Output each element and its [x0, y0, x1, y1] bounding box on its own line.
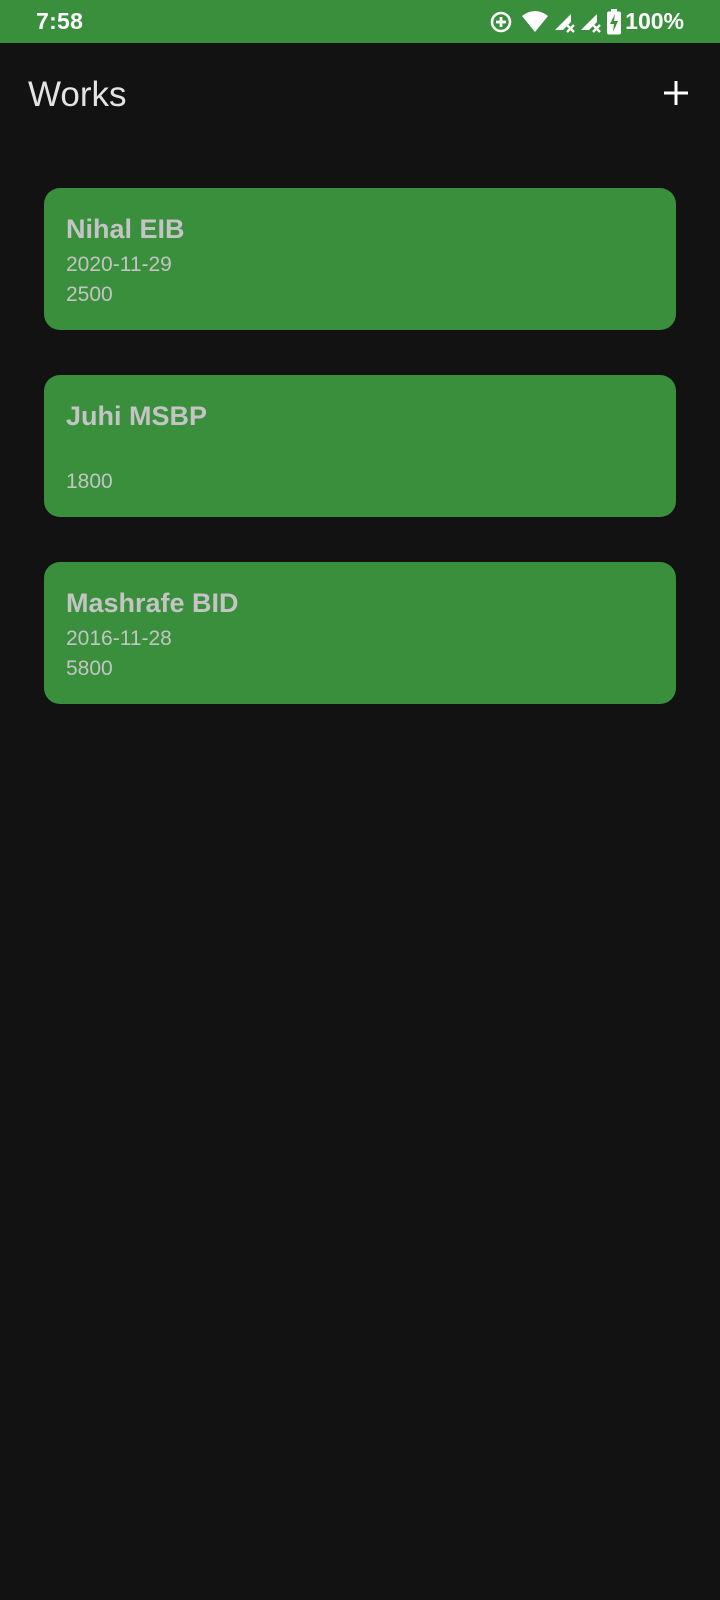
work-date: 2020-11-29: [66, 253, 172, 276]
work-date: 2016-11-28: [66, 627, 172, 650]
plus-icon: [664, 81, 688, 105]
works-list: Nihal EIB 2020-11-29 2500 Juhi MSBP 1800…: [44, 188, 676, 749]
work-card[interactable]: Juhi MSBP 1800: [44, 375, 676, 517]
work-name: Mashrafe BID: [66, 588, 239, 618]
status-bar: 7:58 100%: [0, 0, 720, 43]
signal-no-service-icon: [553, 10, 577, 34]
work-card[interactable]: Nihal EIB 2020-11-29 2500: [44, 188, 676, 330]
signal-no-service-icon: [579, 10, 603, 34]
work-name: Nihal EIB: [66, 214, 185, 244]
battery-charging-icon: [607, 8, 622, 35]
work-amount: 1800: [66, 470, 113, 493]
app-bar: Works: [0, 43, 720, 153]
battery-percentage: 100%: [625, 8, 684, 34]
sync-add-icon: [489, 10, 513, 34]
work-name: Juhi MSBP: [66, 401, 208, 431]
wifi-icon: [521, 10, 549, 34]
status-icons: 100%: [489, 0, 720, 43]
status-time: 7:58: [36, 8, 84, 34]
work-amount: 5800: [66, 657, 113, 680]
page-title: Works: [28, 75, 127, 114]
add-work-button[interactable]: [656, 73, 696, 113]
work-amount: 2500: [66, 283, 113, 306]
work-card[interactable]: Mashrafe BID 2016-11-28 5800: [44, 562, 676, 704]
